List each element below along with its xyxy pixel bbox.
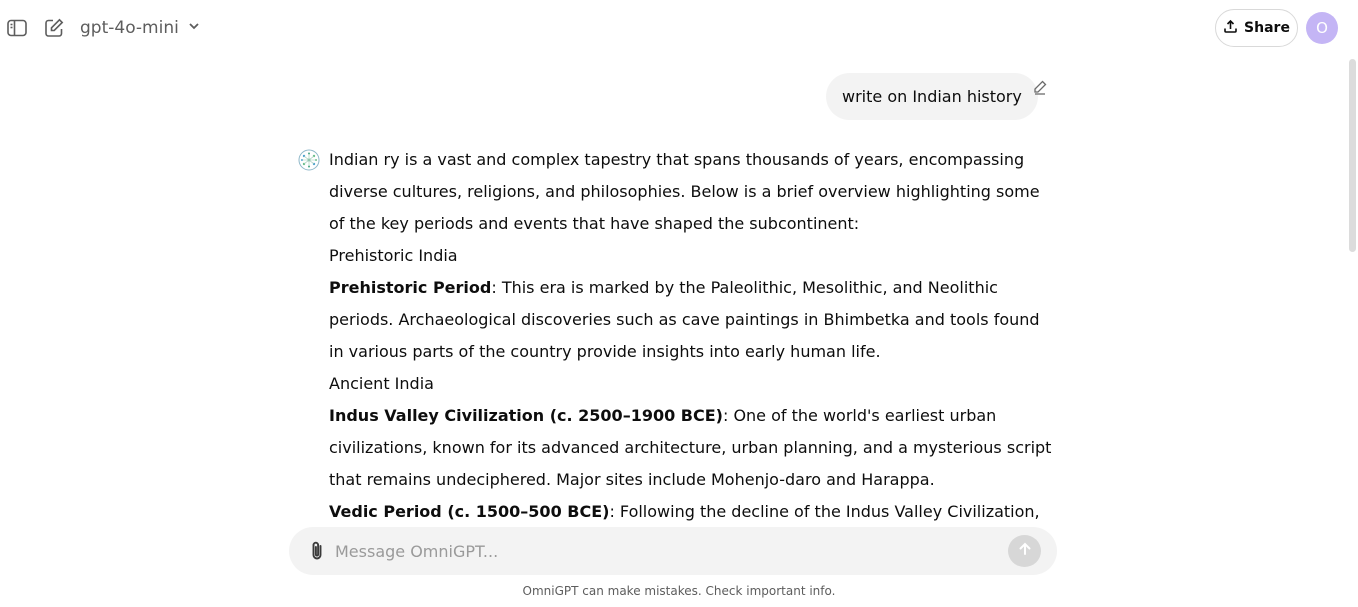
response-item: Vedic Period (c. 1500–500 BCE): Followin… xyxy=(329,496,1054,528)
message-composer xyxy=(289,527,1057,575)
response-item: Indus Valley Civilization (c. 2500–1900 … xyxy=(329,400,1054,496)
user-avatar[interactable]: O xyxy=(1306,12,1338,44)
section-heading: Ancient India xyxy=(329,374,434,393)
chevron-down-icon xyxy=(187,18,201,38)
assistant-logo-icon xyxy=(298,149,320,171)
footer-disclaimer: OmniGPT can make mistakes. Check importa… xyxy=(522,584,836,598)
item-term: Prehistoric Period xyxy=(329,278,492,297)
message-input[interactable] xyxy=(335,537,995,565)
paperclip-icon[interactable] xyxy=(305,539,329,563)
top-bar: gpt-4o-mini Share O xyxy=(0,0,1358,56)
scrollbar-thumb[interactable] xyxy=(1349,59,1356,252)
user-message-bubble: write on Indian history xyxy=(826,73,1038,120)
item-term: Vedic Period (c. 1500–500 BCE) xyxy=(329,502,610,521)
share-button[interactable]: Share xyxy=(1215,9,1298,47)
avatar-initial: O xyxy=(1316,19,1328,37)
response-intro: Indian ry is a vast and complex tapestry… xyxy=(329,150,1040,233)
send-button[interactable] xyxy=(1008,535,1041,567)
sidebar-toggle-icon[interactable] xyxy=(5,16,29,40)
section-heading: Prehistoric India xyxy=(329,246,458,265)
new-chat-icon[interactable] xyxy=(42,16,66,40)
arrow-up-icon xyxy=(1017,541,1033,561)
upload-icon xyxy=(1223,19,1238,38)
item-term: Indus Valley Civilization (c. 2500–1900 … xyxy=(329,406,723,425)
model-name: gpt-4o-mini xyxy=(80,18,179,38)
share-label: Share xyxy=(1244,20,1290,36)
model-selector[interactable]: gpt-4o-mini xyxy=(80,14,201,42)
response-item: Prehistoric Period: This era is marked b… xyxy=(329,272,1054,368)
scrollbar[interactable] xyxy=(1346,56,1358,526)
assistant-response: Indian ry is a vast and complex tapestry… xyxy=(329,144,1054,528)
user-message-text: write on Indian history xyxy=(842,87,1022,106)
edit-message-icon[interactable] xyxy=(1032,79,1050,97)
